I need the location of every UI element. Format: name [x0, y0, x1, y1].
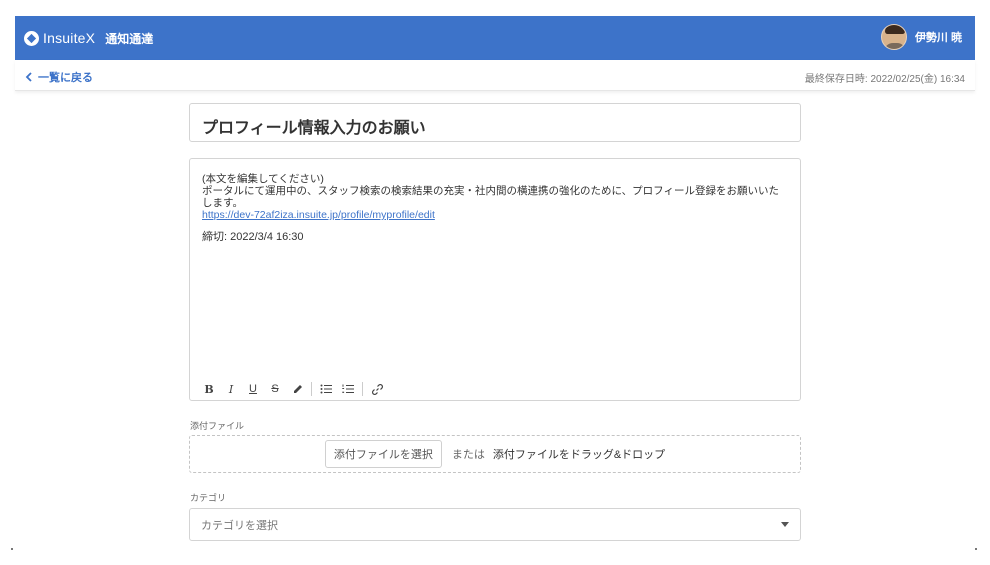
choose-file-button[interactable]: 添付ファイルを選択 [324, 440, 442, 468]
body-editor[interactable]: (本文を編集してください) ポータルにて運用中の、スタッフ検索の検索結果の充実・… [189, 158, 801, 401]
strikethrough-button[interactable]: S [264, 381, 286, 397]
attachment-dropzone[interactable]: 添付ファイルを選択 または 添付ファイルをドラッグ&ドロップ [189, 435, 801, 473]
back-label[interactable]: 一覧に戻る [38, 69, 93, 85]
user-menu[interactable]: 伊勢川 暁 [880, 24, 962, 50]
italic-button[interactable]: I [220, 381, 242, 397]
resize-mark [11, 548, 13, 550]
bold-button[interactable]: B [198, 381, 220, 397]
link-icon [371, 383, 383, 395]
brand-name: InsuiteX [43, 30, 96, 46]
editor-content[interactable]: (本文を編集してください) ポータルにて運用中の、スタッフ検索の検索結果の充実・… [190, 159, 800, 243]
drop-hint: 添付ファイルをドラッグ&ドロップ [492, 449, 666, 461]
numbered-list-icon [342, 384, 354, 393]
app-logo[interactable]: InsuiteX [24, 30, 95, 46]
insuite-logo-icon [24, 30, 39, 46]
or-text: または [451, 449, 485, 461]
top-navigation-bar: InsuiteX 通知通達 伊勢川 暁 [15, 16, 975, 60]
toolbar-divider [362, 382, 363, 396]
user-name[interactable]: 伊勢川 暁 [915, 29, 962, 45]
resize-mark [975, 548, 977, 550]
deadline-text: 締切: 2022/3/4 16:30 [202, 231, 304, 243]
toolbar-divider [311, 382, 312, 396]
insert-link-button[interactable] [366, 381, 388, 397]
editor-toolbar: B I U S [198, 381, 388, 397]
back-to-list-link[interactable]: 一覧に戻る [25, 69, 93, 85]
chevron-left-icon [25, 72, 32, 82]
bullet-list-button[interactable] [315, 381, 337, 397]
body-line: (本文を編集してください) [202, 173, 324, 185]
category-label: カテゴリ [190, 493, 227, 503]
profile-edit-link[interactable]: https://dev-72af2iza.insuite.jp/profile/… [202, 209, 435, 221]
title-input[interactable]: プロフィール情報入力のお願い [189, 103, 801, 142]
highlight-button[interactable] [286, 381, 308, 397]
numbered-list-button[interactable] [337, 381, 359, 397]
avatar[interactable] [880, 24, 907, 50]
app-title: 通知通達 [105, 31, 154, 46]
bullet-list-icon [320, 384, 332, 394]
sub-header: 一覧に戻る 最終保存日時: 2022/02/25(金) 16:34 [15, 60, 975, 91]
underline-button[interactable]: U [242, 381, 264, 397]
chevron-down-icon [781, 522, 789, 527]
last-saved-timestamp: 最終保存日時: 2022/02/25(金) 16:34 [804, 74, 965, 85]
category-placeholder: カテゴリを選択 [201, 519, 278, 532]
attachment-label: 添付ファイル [190, 421, 245, 431]
category-select[interactable]: カテゴリを選択 [189, 508, 801, 541]
marker-icon [293, 384, 302, 393]
body-line: ポータルにて運用中の、スタッフ検索の検索結果の充実・社内間の横連携の強化のために… [202, 185, 779, 197]
body-line: します。 [202, 197, 243, 209]
